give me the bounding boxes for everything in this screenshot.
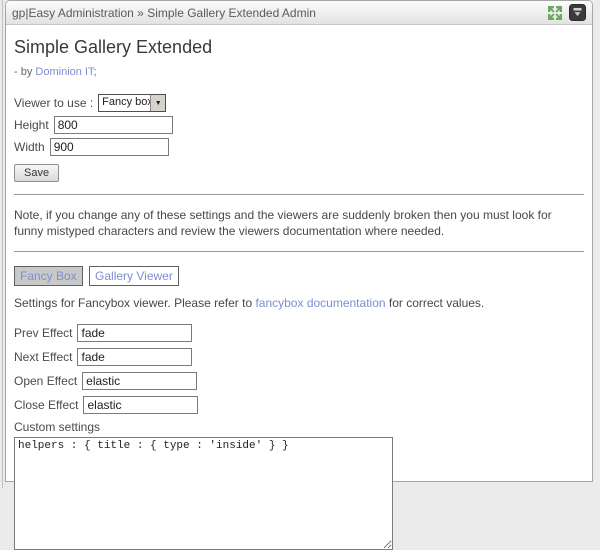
- admin-dialog: gp|Easy Administration » Simple Gallery …: [5, 0, 593, 482]
- divider: [14, 251, 584, 252]
- dialog-titlebar: gp|Easy Administration » Simple Gallery …: [6, 1, 592, 25]
- viewer-select-value: Fancy box: [99, 95, 150, 111]
- breadcrumb: gp|Easy Administration » Simple Gallery …: [12, 6, 546, 20]
- custom-settings-label: Custom settings: [14, 420, 584, 434]
- page-title: Simple Gallery Extended: [14, 37, 584, 58]
- close-effect-label: Close Effect: [14, 398, 78, 412]
- open-effect-row: Open Effect: [14, 372, 584, 390]
- chevron-down-icon: ▼: [150, 95, 165, 111]
- viewer-label: Viewer to use :: [14, 96, 93, 110]
- expand-arrows-icon[interactable]: [546, 4, 564, 22]
- close-effect-input[interactable]: [83, 396, 198, 414]
- byline: - by Dominion IT;: [14, 66, 584, 78]
- open-effect-input[interactable]: [82, 372, 197, 390]
- settings-intro-suffix: for correct values.: [386, 296, 485, 310]
- prev-effect-input[interactable]: [77, 324, 192, 342]
- width-row: Width: [14, 138, 584, 156]
- open-effect-label: Open Effect: [14, 374, 77, 388]
- divider: [14, 194, 584, 195]
- height-input[interactable]: [54, 116, 173, 134]
- next-effect-label: Next Effect: [14, 350, 72, 364]
- custom-settings-textarea[interactable]: helpers : { title : { type : 'inside' } …: [14, 437, 393, 550]
- next-effect-input[interactable]: [77, 348, 192, 366]
- next-effect-row: Next Effect: [14, 348, 584, 366]
- height-row: Height: [14, 116, 584, 134]
- height-label: Height: [14, 118, 49, 132]
- width-input[interactable]: [50, 138, 169, 156]
- prev-effect-label: Prev Effect: [14, 326, 72, 340]
- viewer-select[interactable]: Fancy box ▼: [98, 94, 166, 112]
- note-text: Note, if you change any of these setting…: [14, 207, 584, 239]
- save-button[interactable]: Save: [14, 164, 59, 182]
- settings-intro: Settings for Fancybox viewer. Please ref…: [14, 296, 584, 310]
- settings-intro-prefix: Settings for Fancybox viewer. Please ref…: [14, 296, 255, 310]
- fancybox-docs-link[interactable]: fancybox documentation: [255, 296, 385, 310]
- close-effect-row: Close Effect: [14, 396, 584, 414]
- dialog-content: Simple Gallery Extended - by Dominion IT…: [6, 25, 592, 550]
- page-edge-divider: [2, 0, 3, 488]
- viewer-row: Viewer to use : Fancy box ▼: [14, 94, 584, 112]
- viewer-tabs: Fancy Box Gallery Viewer: [14, 266, 584, 286]
- toolbar-toggle-icon[interactable]: [568, 4, 586, 22]
- effects-form: Prev Effect Next Effect Open Effect Clos…: [14, 324, 584, 414]
- byline-suffix: ;: [93, 66, 96, 78]
- width-label: Width: [14, 140, 45, 154]
- author-link[interactable]: Dominion IT: [35, 66, 93, 78]
- byline-prefix: - by: [14, 66, 35, 78]
- titlebar-icons: [546, 4, 586, 22]
- prev-effect-row: Prev Effect: [14, 324, 584, 342]
- tab-fancybox[interactable]: Fancy Box: [14, 266, 83, 286]
- tab-gallery-viewer[interactable]: Gallery Viewer: [89, 266, 179, 286]
